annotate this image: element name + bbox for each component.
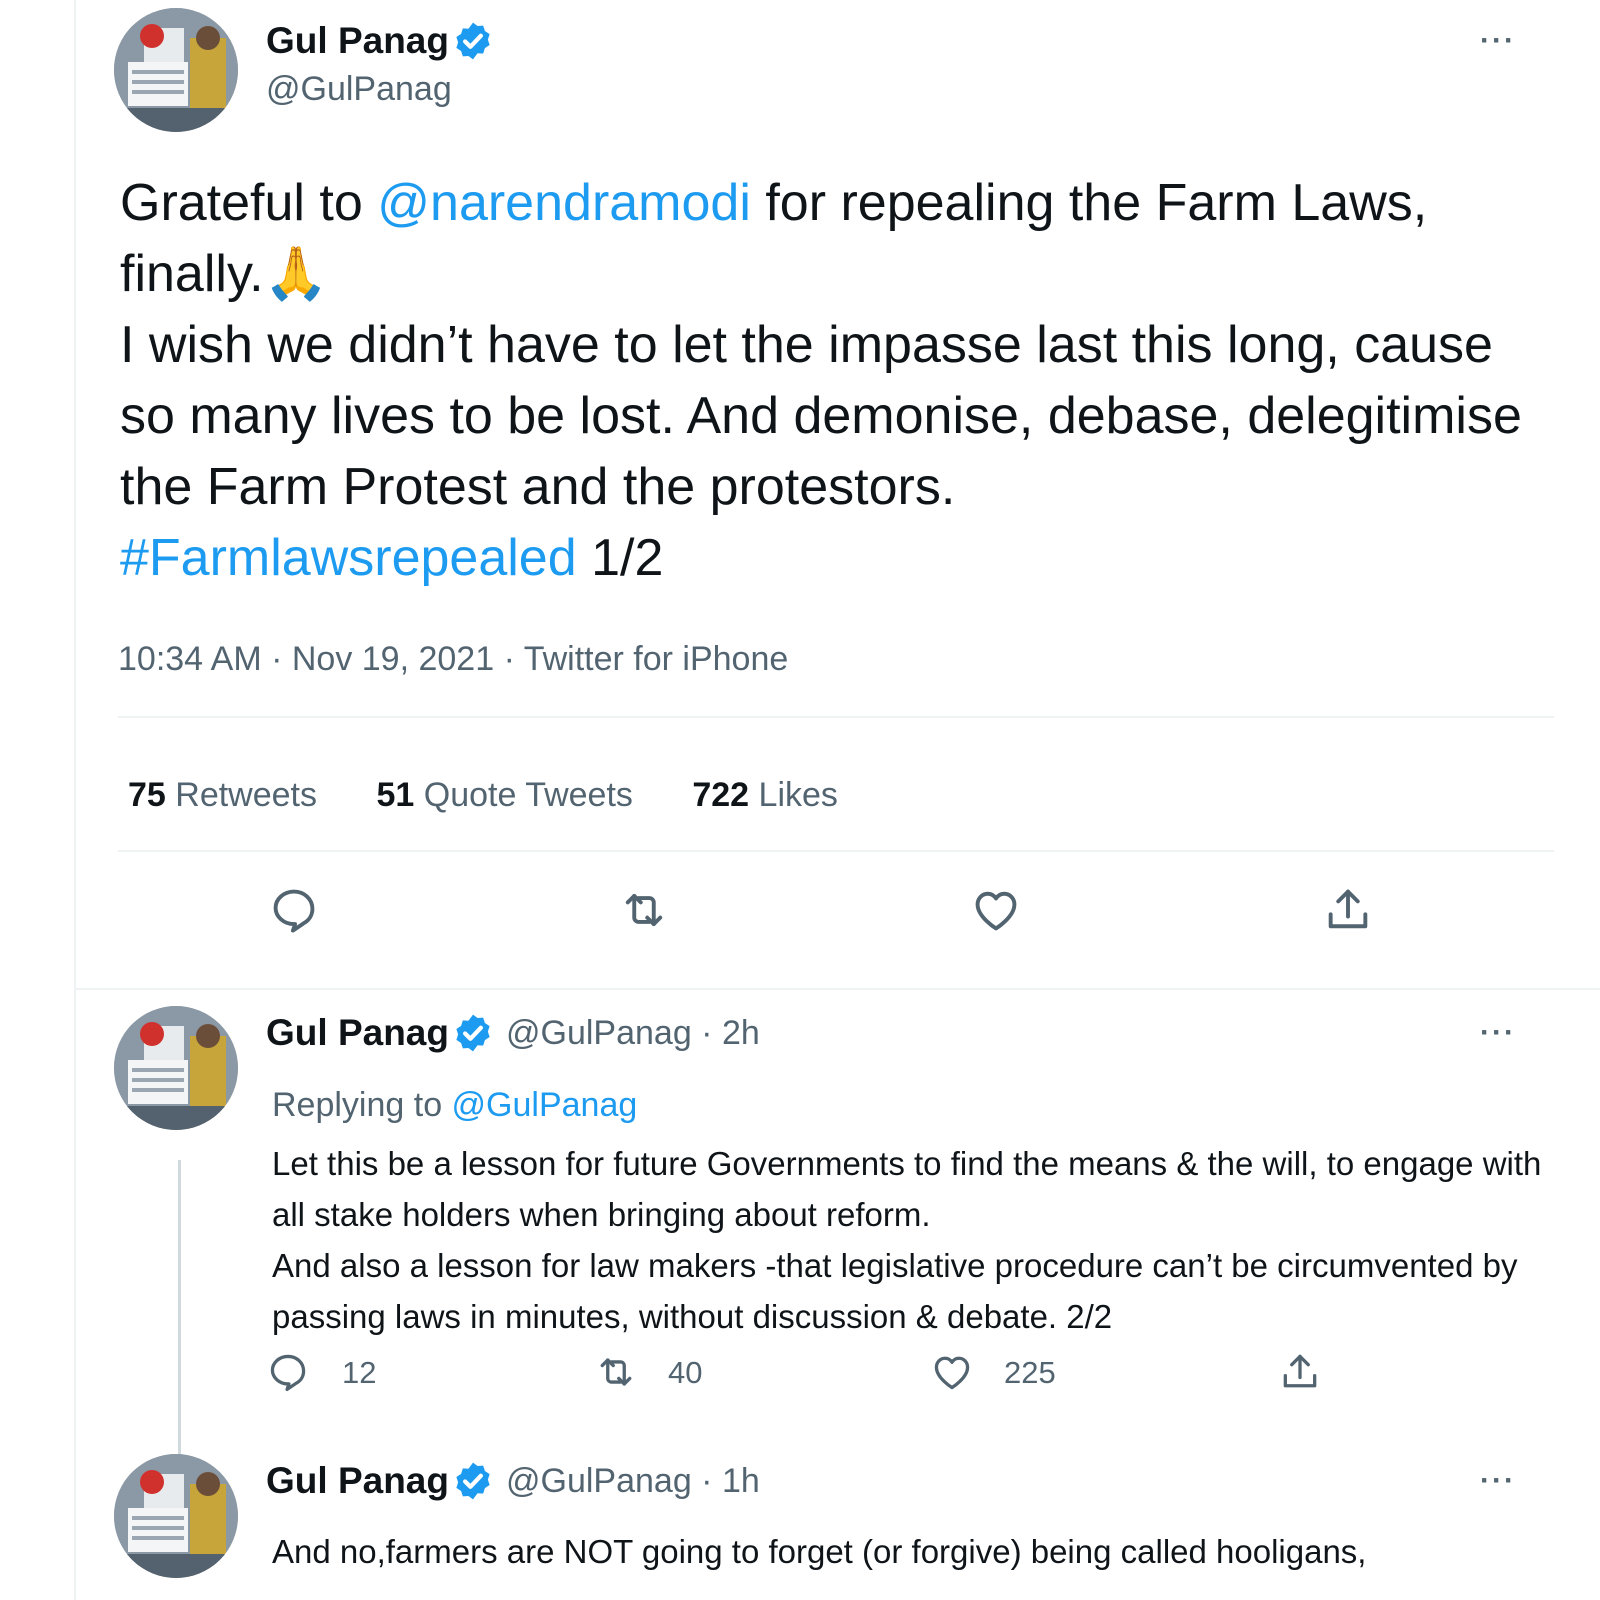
mention-link[interactable]: @narendramodi	[377, 174, 751, 232]
profile-photo-icon	[114, 8, 238, 132]
verified-badge-icon	[452, 1012, 494, 1054]
likes-count: 722	[692, 776, 750, 814]
hashtag-link[interactable]: #Farmlawsrepealed	[120, 529, 577, 587]
retweet-count: 40	[668, 1355, 703, 1390]
quotes-label: Quote Tweets	[414, 776, 633, 814]
tweet-separator	[76, 988, 1600, 990]
retweet-icon[interactable]	[594, 1350, 638, 1394]
reply-icon[interactable]	[266, 1350, 310, 1394]
thread-marker: 1/2	[576, 529, 664, 587]
profile-photo-icon	[114, 1454, 238, 1578]
quote-tweets-stat[interactable]: 51 Quote Tweets	[376, 776, 632, 814]
author-name[interactable]: Gul Panag	[266, 1012, 449, 1054]
thread-line	[178, 1160, 181, 1470]
retweets-stat[interactable]: 75 Retweets	[128, 776, 317, 814]
reply-icon[interactable]	[268, 884, 320, 936]
more-options-icon[interactable]: ···	[1480, 24, 1516, 58]
replying-to-link[interactable]: @GulPanag	[452, 1086, 638, 1124]
like-count: 225	[1004, 1355, 1056, 1390]
like-icon[interactable]	[970, 884, 1022, 936]
avatar[interactable]	[114, 1006, 238, 1130]
author-handle[interactable]: @GulPanag · 1h	[506, 1462, 760, 1501]
verified-badge-icon	[452, 1460, 494, 1502]
avatar[interactable]	[114, 8, 238, 132]
author-handle[interactable]: @GulPanag · 2h	[506, 1014, 760, 1053]
verified-badge-icon	[452, 20, 494, 62]
tweet-text: Grateful to @narendramodi for repealing …	[120, 168, 1560, 594]
retweets-count: 75	[128, 776, 166, 814]
share-icon[interactable]	[1322, 884, 1374, 936]
replying-prefix: Replying to	[272, 1086, 452, 1124]
share-icon[interactable]	[1278, 1350, 1322, 1394]
quotes-count: 51	[376, 776, 415, 814]
engagement-stats: 75 Retweets 51 Quote Tweets 722 Likes	[128, 776, 888, 815]
author-name[interactable]: Gul Panag	[266, 20, 449, 62]
likes-stat[interactable]: 722 Likes	[692, 776, 838, 814]
tweet-text-body: I wish we didn’t have to let the impasse…	[120, 316, 1522, 516]
tweet-text-prefix: Grateful to	[120, 174, 378, 232]
folded-hands-emoji-icon: 🙏	[263, 245, 329, 303]
like-icon[interactable]	[930, 1350, 974, 1394]
tweet-text: And no,farmers are NOT going to forget (…	[272, 1533, 1367, 1570]
profile-photo-icon	[114, 1006, 238, 1130]
replying-to: Replying to @GulPanag	[272, 1086, 637, 1125]
divider	[118, 850, 1554, 852]
divider	[118, 716, 1554, 718]
retweet-icon[interactable]	[618, 884, 670, 936]
author-handle[interactable]: @GulPanag	[266, 70, 452, 109]
tweet-timestamp[interactable]: 10:34 AM · Nov 19, 2021 · Twitter for iP…	[118, 640, 788, 679]
more-options-icon[interactable]: ···	[1480, 1016, 1516, 1050]
retweets-label: Retweets	[165, 776, 318, 814]
reply-count: 12	[342, 1355, 377, 1390]
more-options-icon[interactable]: ···	[1480, 1464, 1516, 1498]
avatar[interactable]	[114, 1454, 238, 1578]
reply-text: Let this be a lesson for future Governme…	[272, 1145, 1542, 1335]
left-column-border	[74, 0, 76, 1600]
author-name[interactable]: Gul Panag	[266, 1460, 449, 1502]
likes-label: Likes	[749, 776, 838, 814]
